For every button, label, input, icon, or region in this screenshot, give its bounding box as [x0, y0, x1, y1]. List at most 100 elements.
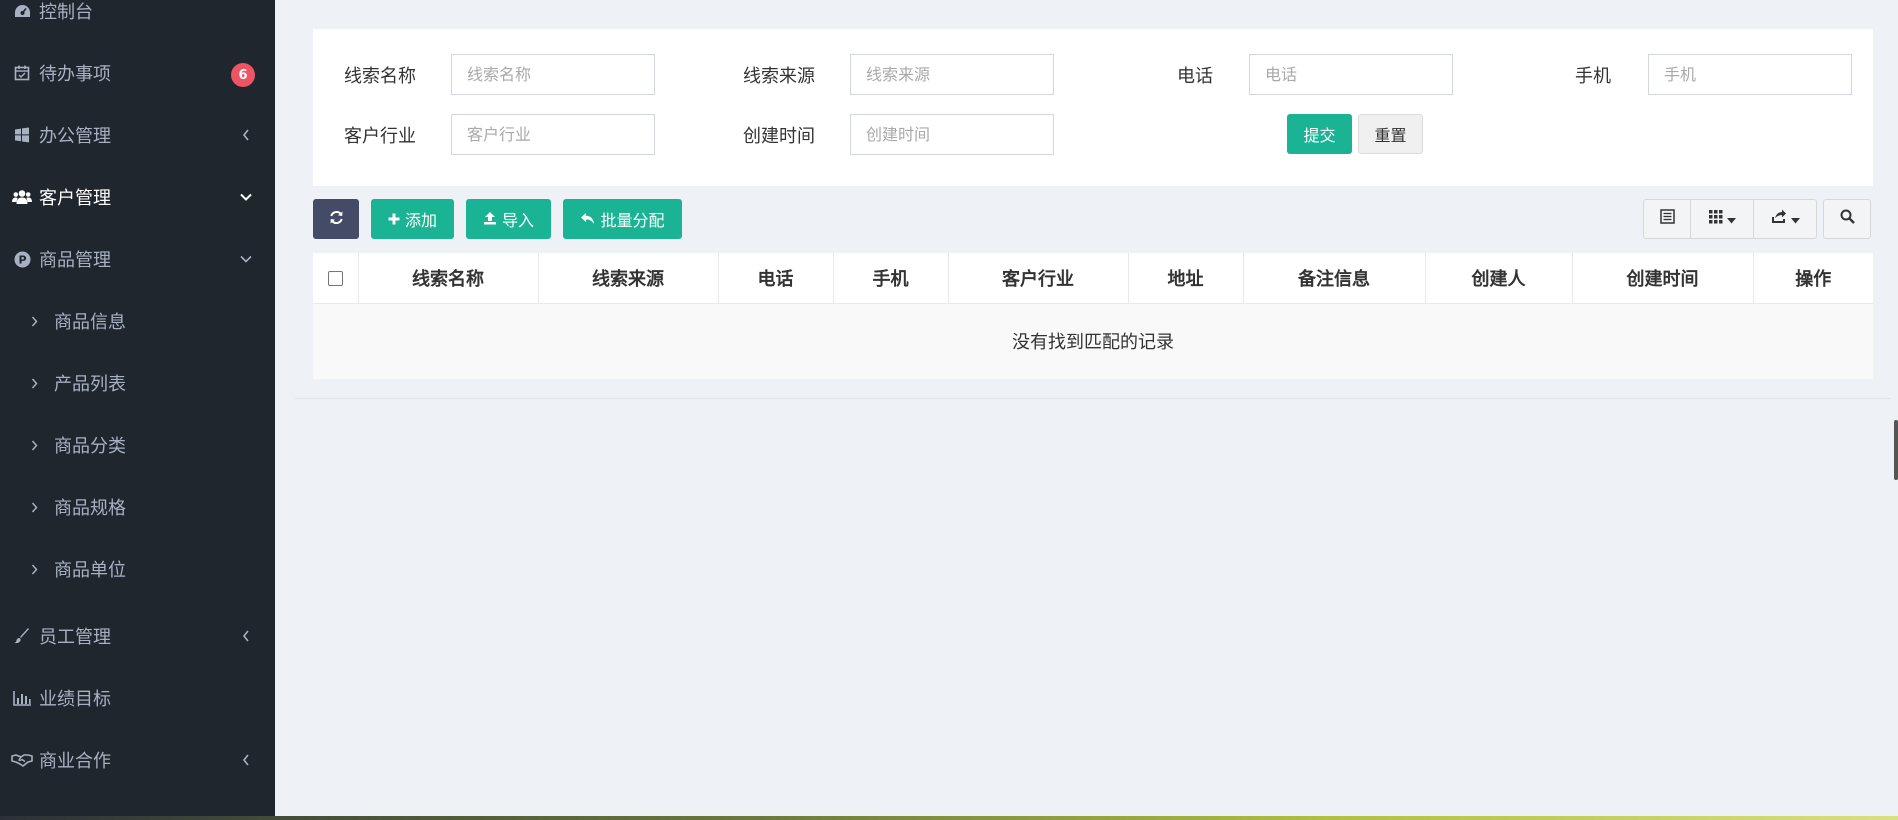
users-icon	[11, 189, 33, 205]
content-divider	[295, 398, 1891, 399]
created-time-input[interactable]	[850, 114, 1054, 155]
industry-label: 客户行业	[344, 126, 416, 147]
chevron-left-icon	[239, 629, 253, 643]
sidebar-item-staff[interactable]: 员工管理	[0, 611, 275, 661]
bar-chart-icon	[11, 690, 33, 706]
sidebar-subitem-product-spec[interactable]: 商品规格	[0, 482, 275, 532]
upload-icon	[483, 210, 497, 229]
reset-button[interactable]: 重置	[1358, 114, 1423, 154]
sidebar-item-label: 业绩目标	[39, 689, 111, 710]
mobile-label: 手机	[1575, 66, 1611, 87]
sidebar-subitem-product-info[interactable]: 商品信息	[0, 296, 275, 346]
batch-assign-button[interactable]: 批量分配	[563, 199, 682, 239]
sidebar-subitem-product-category[interactable]: 商品分类	[0, 420, 275, 470]
search-icon	[1840, 209, 1855, 229]
sidebar-item-label: 办公管理	[39, 126, 111, 147]
chevron-left-icon	[239, 128, 253, 142]
handshake-icon	[11, 753, 33, 767]
sidebar-subitem-product-unit[interactable]: 商品单位	[0, 544, 275, 594]
list-view-icon	[1659, 209, 1675, 229]
table-header-row: 线索名称 线索来源 电话 手机 客户行业 地址 备注信息 创建人 创建时间 操作	[313, 253, 1873, 304]
phone-label: 电话	[1177, 66, 1213, 87]
column-header[interactable]: 创建人	[1425, 253, 1573, 304]
page-scrollbar[interactable]	[1894, 420, 1898, 480]
empty-message: 没有找到匹配的记录	[313, 303, 1873, 379]
chevron-down-icon	[239, 252, 253, 266]
grid-icon	[1708, 209, 1723, 229]
desktop-edge	[0, 816, 1898, 820]
chevron-right-icon	[31, 502, 43, 513]
sidebar-subitem-product-list[interactable]: 产品列表	[0, 358, 275, 408]
lead-name-input[interactable]	[451, 54, 655, 95]
sidebar-subitem-label: 商品规格	[54, 498, 126, 519]
column-header[interactable]: 电话	[718, 253, 834, 304]
select-all-cell	[313, 253, 359, 304]
sidebar-item-products[interactable]: P 商品管理	[0, 234, 275, 284]
chevron-right-icon	[31, 316, 43, 327]
sidebar-subitem-label: 产品列表	[54, 374, 126, 395]
calendar-check-icon	[11, 65, 33, 81]
toggle-view-button[interactable]	[1644, 200, 1691, 238]
lead-source-label: 线索来源	[743, 66, 815, 87]
sidebar-subitem-label: 商品分类	[54, 436, 126, 457]
lead-source-input[interactable]	[850, 54, 1054, 95]
export-dropdown-button[interactable]	[1754, 200, 1816, 238]
sidebar-item-label: 客户管理	[39, 188, 111, 209]
sidebar-item-office[interactable]: 办公管理	[0, 110, 275, 160]
add-button[interactable]: 添加	[371, 199, 454, 239]
export-icon	[1771, 209, 1787, 229]
chevron-right-icon	[31, 564, 43, 575]
sidebar-item-dashboard[interactable]: 控制台	[0, 0, 275, 36]
column-header[interactable]: 手机	[833, 253, 949, 304]
sidebar-item-partnership[interactable]: 商业合作	[0, 735, 275, 785]
import-button[interactable]: 导入	[466, 199, 551, 239]
plus-icon	[388, 210, 400, 229]
sidebar-subitem-label: 商品信息	[54, 312, 126, 333]
column-header: 操作	[1753, 253, 1873, 304]
caret-down-icon	[1790, 209, 1800, 229]
column-header[interactable]: 线索来源	[538, 253, 719, 304]
chevron-right-icon	[31, 378, 43, 389]
sidebar-item-todo[interactable]: 待办事项 6	[0, 48, 275, 98]
column-header[interactable]: 地址	[1128, 253, 1244, 304]
svg-text:P: P	[18, 253, 26, 266]
main-content: 线索名称 线索来源 电话 手机 客户行业 创建时间 提交 重置 添加 导入 批量…	[275, 0, 1898, 816]
todo-count-badge: 6	[231, 63, 255, 87]
phone-input[interactable]	[1249, 54, 1453, 95]
column-header[interactable]: 备注信息	[1243, 253, 1426, 304]
sidebar-item-customers[interactable]: 客户管理	[0, 172, 275, 222]
data-table: 线索名称 线索来源 电话 手机 客户行业 地址 备注信息 创建人 创建时间 操作…	[313, 253, 1873, 379]
column-header[interactable]: 线索名称	[358, 253, 539, 304]
sidebar-item-label: 控制台	[39, 2, 93, 23]
reply-icon	[580, 210, 595, 229]
lead-name-label: 线索名称	[344, 66, 416, 87]
caret-down-icon	[1726, 209, 1736, 229]
brush-icon	[11, 628, 33, 644]
industry-input[interactable]	[451, 114, 655, 155]
search-toggle-group	[1823, 199, 1871, 239]
columns-dropdown-button[interactable]	[1691, 200, 1754, 238]
search-toggle-button[interactable]	[1824, 200, 1870, 238]
submit-button[interactable]: 提交	[1287, 114, 1352, 154]
chevron-right-icon	[31, 440, 43, 451]
column-header[interactable]: 客户行业	[948, 253, 1129, 304]
table-tools-group	[1643, 199, 1817, 239]
sidebar-item-label: 员工管理	[39, 627, 111, 648]
chevron-down-icon	[239, 190, 253, 204]
empty-row: 没有找到匹配的记录	[313, 303, 1873, 379]
product-p-icon: P	[11, 251, 33, 268]
created-time-label: 创建时间	[743, 126, 815, 147]
sidebar-item-performance[interactable]: 业绩目标	[0, 673, 275, 723]
sidebar: 控制台 待办事项 6 办公管理 客户管理 P 商品管理 商品信息 产品列表 商品…	[0, 0, 275, 816]
chevron-left-icon	[239, 753, 253, 767]
sidebar-item-label: 商业合作	[39, 751, 111, 772]
sidebar-subitem-label: 商品单位	[54, 560, 126, 581]
select-all-checkbox[interactable]	[327, 270, 343, 286]
sidebar-item-label: 待办事项	[39, 64, 111, 85]
search-form: 线索名称 线索来源 电话 手机 客户行业 创建时间 提交 重置	[313, 29, 1873, 186]
sidebar-item-label: 商品管理	[39, 250, 111, 271]
windows-icon	[11, 127, 33, 143]
column-header[interactable]: 创建时间	[1572, 253, 1754, 304]
refresh-button[interactable]	[313, 199, 359, 239]
mobile-input[interactable]	[1648, 54, 1852, 95]
